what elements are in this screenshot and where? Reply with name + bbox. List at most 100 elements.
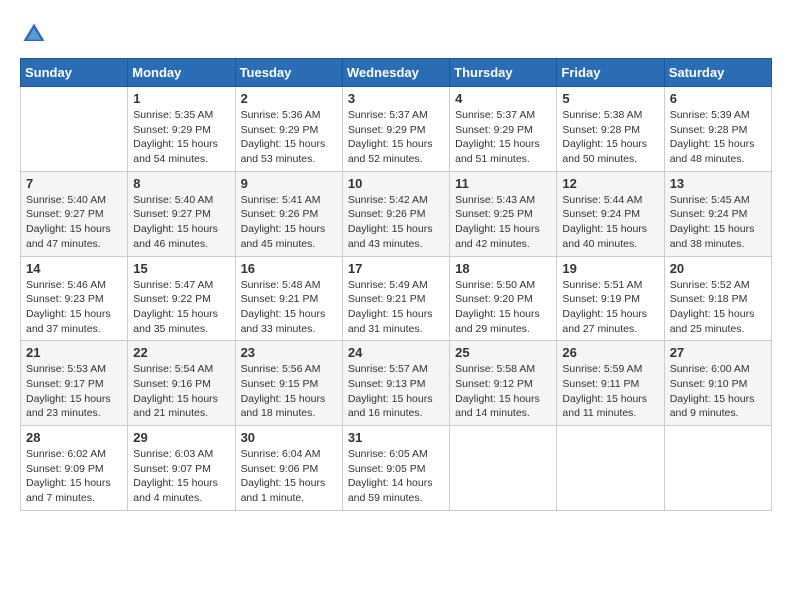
day-info: Sunrise: 5:37 AM Sunset: 9:29 PM Dayligh… bbox=[348, 108, 444, 167]
day-info: Sunrise: 6:00 AM Sunset: 9:10 PM Dayligh… bbox=[670, 362, 766, 421]
day-number: 15 bbox=[133, 261, 229, 276]
day-number: 31 bbox=[348, 430, 444, 445]
calendar-cell: 29 Sunrise: 6:03 AM Sunset: 9:07 PM Dayli… bbox=[128, 426, 235, 511]
day-number: 19 bbox=[562, 261, 658, 276]
day-info: Sunrise: 5:40 AM Sunset: 9:27 PM Dayligh… bbox=[26, 193, 122, 252]
day-info: Sunrise: 5:39 AM Sunset: 9:28 PM Dayligh… bbox=[670, 108, 766, 167]
day-number: 6 bbox=[670, 91, 766, 106]
day-number: 22 bbox=[133, 345, 229, 360]
calendar-cell bbox=[664, 426, 771, 511]
day-info: Sunrise: 5:53 AM Sunset: 9:17 PM Dayligh… bbox=[26, 362, 122, 421]
weekday-header-thursday: Thursday bbox=[450, 59, 557, 87]
day-info: Sunrise: 5:52 AM Sunset: 9:18 PM Dayligh… bbox=[670, 278, 766, 337]
day-number: 21 bbox=[26, 345, 122, 360]
day-number: 14 bbox=[26, 261, 122, 276]
weekday-header-wednesday: Wednesday bbox=[342, 59, 449, 87]
day-info: Sunrise: 5:58 AM Sunset: 9:12 PM Dayligh… bbox=[455, 362, 551, 421]
day-number: 9 bbox=[241, 176, 337, 191]
day-number: 26 bbox=[562, 345, 658, 360]
calendar-week-2: 7Sunrise: 5:40 AM Sunset: 9:27 PM Daylig… bbox=[21, 171, 772, 256]
day-number: 1 bbox=[133, 91, 229, 106]
day-info: Sunrise: 6:03 AM Sunset: 9:07 PM Dayligh… bbox=[133, 447, 229, 506]
calendar-cell: 2 Sunrise: 5:36 AM Sunset: 9:29 PM Daylig… bbox=[235, 87, 342, 172]
calendar-cell: 24 Sunrise: 5:57 AM Sunset: 9:13 PM Dayli… bbox=[342, 341, 449, 426]
calendar-cell: 17Sunrise: 5:49 AM Sunset: 9:21 PM Dayli… bbox=[342, 256, 449, 341]
calendar-week-4: 21 Sunrise: 5:53 AM Sunset: 9:17 PM Dayli… bbox=[21, 341, 772, 426]
calendar-cell: 12 Sunrise: 5:44 AM Sunset: 9:24 PM Dayli… bbox=[557, 171, 664, 256]
day-info: Sunrise: 5:46 AM Sunset: 9:23 PM Dayligh… bbox=[26, 278, 122, 337]
weekday-header-friday: Friday bbox=[557, 59, 664, 87]
day-info: Sunrise: 6:04 AM Sunset: 9:06 PM Dayligh… bbox=[241, 447, 337, 506]
day-number: 12 bbox=[562, 176, 658, 191]
day-number: 24 bbox=[348, 345, 444, 360]
weekday-header-sunday: Sunday bbox=[21, 59, 128, 87]
day-number: 28 bbox=[26, 430, 122, 445]
calendar-week-5: 28 Sunrise: 6:02 AM Sunset: 9:09 PM Dayli… bbox=[21, 426, 772, 511]
day-number: 30 bbox=[241, 430, 337, 445]
weekday-header-saturday: Saturday bbox=[664, 59, 771, 87]
day-info: Sunrise: 5:48 AM Sunset: 9:21 PM Dayligh… bbox=[241, 278, 337, 337]
day-info: Sunrise: 5:42 AM Sunset: 9:26 PM Dayligh… bbox=[348, 193, 444, 252]
day-info: Sunrise: 5:47 AM Sunset: 9:22 PM Dayligh… bbox=[133, 278, 229, 337]
calendar-cell: 23 Sunrise: 5:56 AM Sunset: 9:15 PM Dayli… bbox=[235, 341, 342, 426]
calendar-cell: 5Sunrise: 5:38 AM Sunset: 9:28 PM Daylig… bbox=[557, 87, 664, 172]
day-number: 10 bbox=[348, 176, 444, 191]
day-info: Sunrise: 5:35 AM Sunset: 9:29 PM Dayligh… bbox=[133, 108, 229, 167]
calendar-cell: 20 Sunrise: 5:52 AM Sunset: 9:18 PM Dayli… bbox=[664, 256, 771, 341]
day-info: Sunrise: 5:57 AM Sunset: 9:13 PM Dayligh… bbox=[348, 362, 444, 421]
logo-icon bbox=[20, 20, 48, 48]
day-info: Sunrise: 6:02 AM Sunset: 9:09 PM Dayligh… bbox=[26, 447, 122, 506]
day-number: 3 bbox=[348, 91, 444, 106]
calendar-week-3: 14 Sunrise: 5:46 AM Sunset: 9:23 PM Dayli… bbox=[21, 256, 772, 341]
day-info: Sunrise: 6:05 AM Sunset: 9:05 PM Dayligh… bbox=[348, 447, 444, 506]
calendar-cell: 15 Sunrise: 5:47 AM Sunset: 9:22 PM Dayli… bbox=[128, 256, 235, 341]
day-number: 5 bbox=[562, 91, 658, 106]
calendar-cell: 9 Sunrise: 5:41 AM Sunset: 9:26 PM Daylig… bbox=[235, 171, 342, 256]
calendar-cell bbox=[450, 426, 557, 511]
calendar-cell: 14 Sunrise: 5:46 AM Sunset: 9:23 PM Dayli… bbox=[21, 256, 128, 341]
calendar-cell: 22 Sunrise: 5:54 AM Sunset: 9:16 PM Dayli… bbox=[128, 341, 235, 426]
calendar-cell: 25 Sunrise: 5:58 AM Sunset: 9:12 PM Dayli… bbox=[450, 341, 557, 426]
day-info: Sunrise: 5:56 AM Sunset: 9:15 PM Dayligh… bbox=[241, 362, 337, 421]
calendar-cell: 16 Sunrise: 5:48 AM Sunset: 9:21 PM Dayli… bbox=[235, 256, 342, 341]
calendar-cell: 11Sunrise: 5:43 AM Sunset: 9:25 PM Dayli… bbox=[450, 171, 557, 256]
day-number: 16 bbox=[241, 261, 337, 276]
calendar-cell: 4 Sunrise: 5:37 AM Sunset: 9:29 PM Daylig… bbox=[450, 87, 557, 172]
day-number: 29 bbox=[133, 430, 229, 445]
day-number: 23 bbox=[241, 345, 337, 360]
day-info: Sunrise: 5:40 AM Sunset: 9:27 PM Dayligh… bbox=[133, 193, 229, 252]
calendar-cell bbox=[21, 87, 128, 172]
day-info: Sunrise: 5:51 AM Sunset: 9:19 PM Dayligh… bbox=[562, 278, 658, 337]
calendar-cell: 18 Sunrise: 5:50 AM Sunset: 9:20 PM Dayli… bbox=[450, 256, 557, 341]
day-number: 27 bbox=[670, 345, 766, 360]
calendar-cell: 10 Sunrise: 5:42 AM Sunset: 9:26 PM Dayli… bbox=[342, 171, 449, 256]
day-number: 17 bbox=[348, 261, 444, 276]
calendar-cell: 8Sunrise: 5:40 AM Sunset: 9:27 PM Daylig… bbox=[128, 171, 235, 256]
day-info: Sunrise: 5:54 AM Sunset: 9:16 PM Dayligh… bbox=[133, 362, 229, 421]
calendar-cell: 13 Sunrise: 5:45 AM Sunset: 9:24 PM Dayli… bbox=[664, 171, 771, 256]
day-info: Sunrise: 5:36 AM Sunset: 9:29 PM Dayligh… bbox=[241, 108, 337, 167]
day-number: 20 bbox=[670, 261, 766, 276]
day-info: Sunrise: 5:50 AM Sunset: 9:20 PM Dayligh… bbox=[455, 278, 551, 337]
calendar-cell: 27 Sunrise: 6:00 AM Sunset: 9:10 PM Dayli… bbox=[664, 341, 771, 426]
day-number: 11 bbox=[455, 176, 551, 191]
calendar-cell: 31 Sunrise: 6:05 AM Sunset: 9:05 PM Dayli… bbox=[342, 426, 449, 511]
calendar-cell bbox=[557, 426, 664, 511]
day-number: 4 bbox=[455, 91, 551, 106]
logo bbox=[20, 20, 52, 48]
calendar-cell: 6 Sunrise: 5:39 AM Sunset: 9:28 PM Daylig… bbox=[664, 87, 771, 172]
day-info: Sunrise: 5:59 AM Sunset: 9:11 PM Dayligh… bbox=[562, 362, 658, 421]
day-number: 13 bbox=[670, 176, 766, 191]
day-number: 18 bbox=[455, 261, 551, 276]
day-number: 25 bbox=[455, 345, 551, 360]
day-info: Sunrise: 5:44 AM Sunset: 9:24 PM Dayligh… bbox=[562, 193, 658, 252]
calendar-cell: 7Sunrise: 5:40 AM Sunset: 9:27 PM Daylig… bbox=[21, 171, 128, 256]
day-number: 2 bbox=[241, 91, 337, 106]
weekday-header-monday: Monday bbox=[128, 59, 235, 87]
calendar-header-row: SundayMondayTuesdayWednesdayThursdayFrid… bbox=[21, 59, 772, 87]
day-info: Sunrise: 5:37 AM Sunset: 9:29 PM Dayligh… bbox=[455, 108, 551, 167]
day-info: Sunrise: 5:45 AM Sunset: 9:24 PM Dayligh… bbox=[670, 193, 766, 252]
calendar-cell: 19 Sunrise: 5:51 AM Sunset: 9:19 PM Dayli… bbox=[557, 256, 664, 341]
day-info: Sunrise: 5:41 AM Sunset: 9:26 PM Dayligh… bbox=[241, 193, 337, 252]
calendar-cell: 30 Sunrise: 6:04 AM Sunset: 9:06 PM Dayli… bbox=[235, 426, 342, 511]
